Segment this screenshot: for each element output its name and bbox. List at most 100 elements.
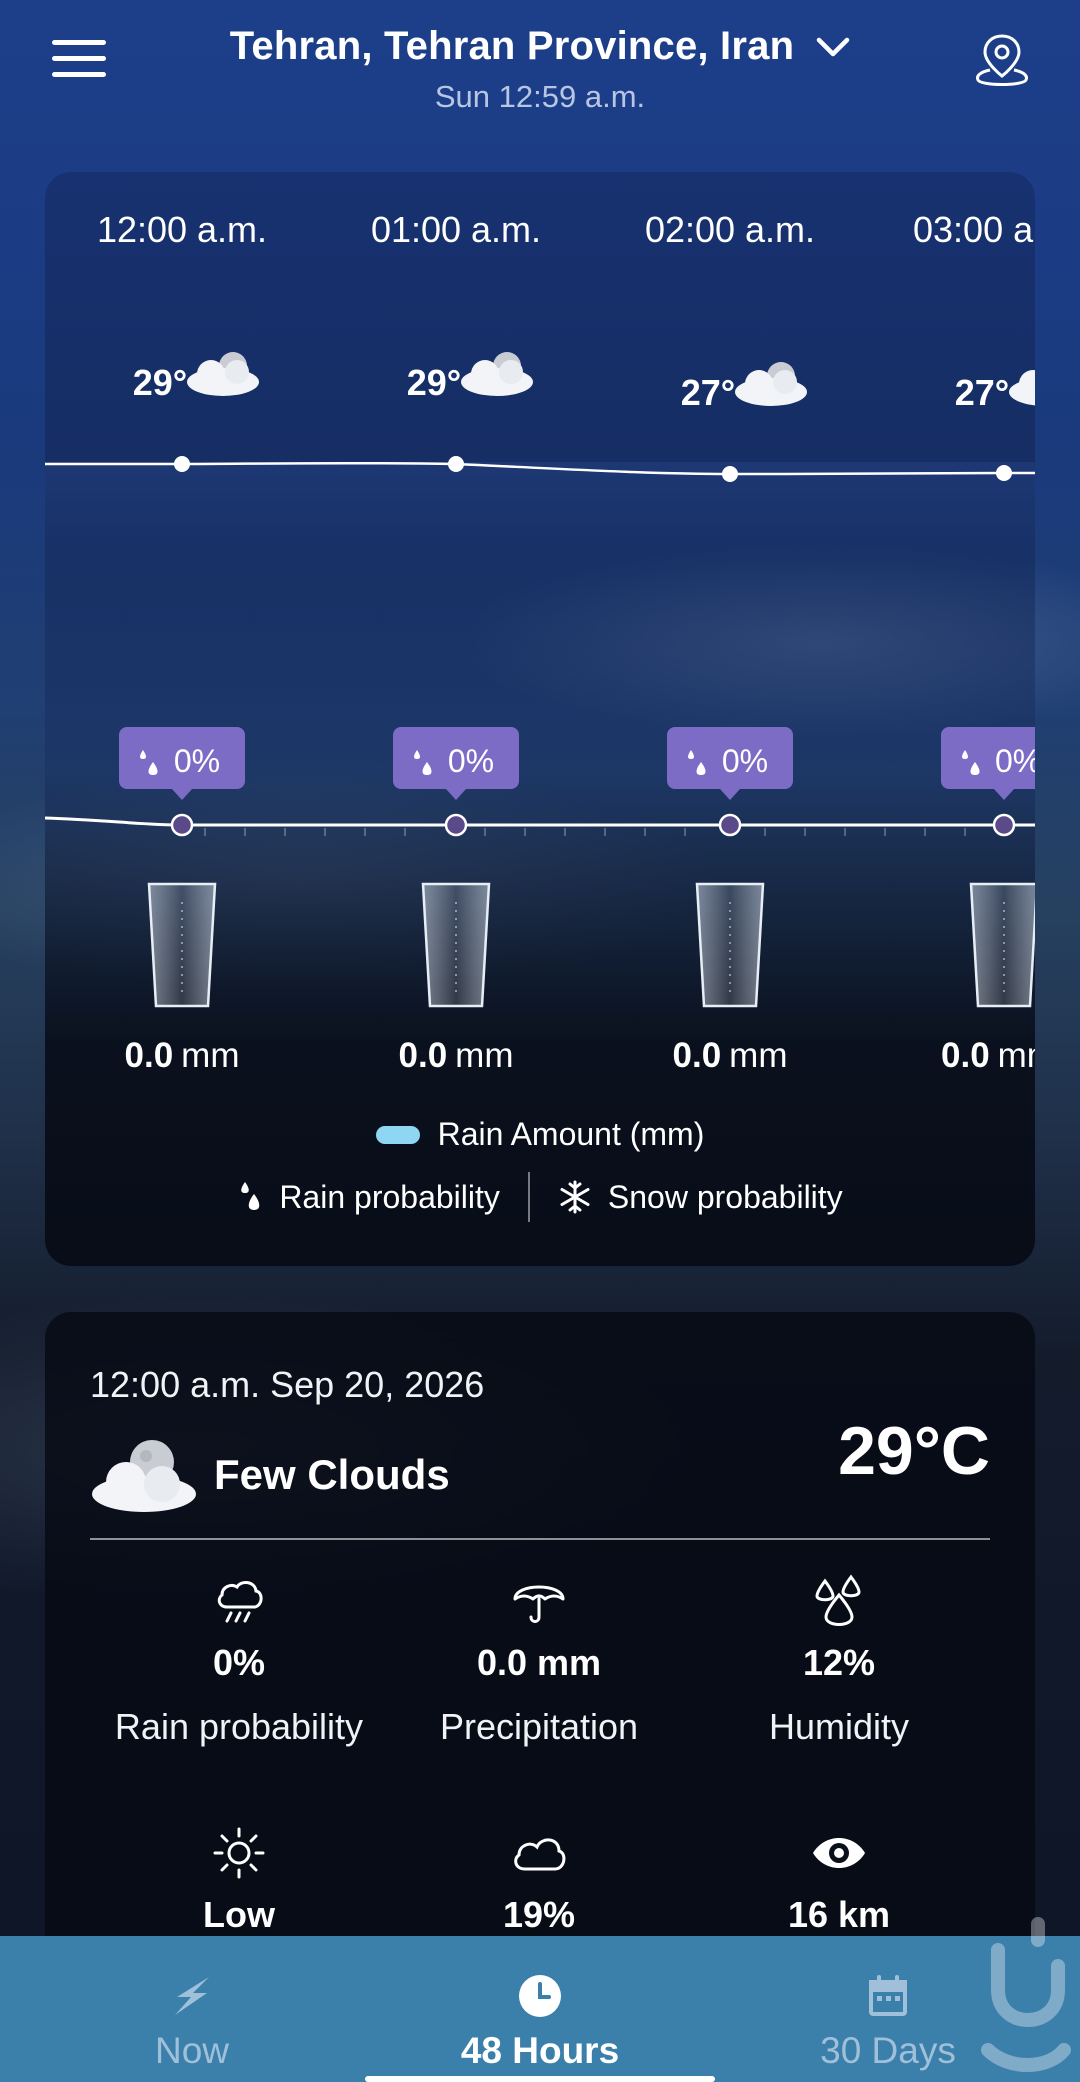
rain-probability-badge: 0% [119,727,245,800]
rain-point [444,813,468,837]
rain-prob-value: 0% [722,743,768,779]
location-block: Tehran, Tehran Province, Iran Sun 12:59 … [0,24,1080,115]
temp-point [722,466,738,482]
metric-precipitation: 0.0 mm Precipitation [389,1570,689,1748]
chevron-down-icon [816,37,850,56]
rain-amount-swatch [375,1125,420,1144]
glass-icon [695,882,765,1008]
active-tab-indicator [365,2076,715,2082]
metric-value: 0% [212,1642,266,1683]
calendar-icon [869,1975,907,2016]
legend-rain-amount-label: Rain Amount (mm) [437,1116,705,1152]
app-header: Tehran, Tehran Province, Iran Sun 12:59 … [0,0,1080,150]
moon-cloud-icon [92,1440,196,1512]
rain-probability-badge: 0% [393,727,519,800]
detail-datetime: 12:00 a.m. Sep 20, 2026 [90,1364,485,1405]
metric-label: Humidity [768,1706,910,1747]
glass-icon [969,882,1035,1008]
cloud-icon [514,1838,566,1871]
hour-temp: 29° [407,362,461,403]
rain-amount: 0.0mm [125,1036,240,1075]
rain-amount: 0.0mm [399,1036,514,1075]
rain-probability-badge: 0% [941,727,1035,800]
hour-column: 01:00 a.m. 29° 0% 0.0 mm [371,209,541,1075]
legend-rain-amount: Rain Amount (mm) [45,1116,1035,1153]
rain-amount-unit: mm [455,1036,513,1075]
rain-amount-value: 0.0 [673,1036,722,1075]
detail-temperature: 29°C [838,1413,990,1489]
rain-cloud-icon [217,1581,263,1623]
moon-cloud-icon [735,362,807,406]
metric-rain-probability: 0% Rain probability [89,1570,389,1748]
hour-temp: 29° [133,362,187,403]
current-datetime: Sun 12:59 a.m. [434,79,646,114]
temp-point [174,456,190,472]
humidity-drops-icon [815,1574,861,1626]
legend-rain: Rain probability [209,1179,528,1216]
location-selector[interactable]: Tehran, Tehran Province, Iran [230,24,850,69]
location-name: Tehran, Tehran Province, Iran [229,24,795,68]
moon-cloud-icon [1009,370,1035,406]
rain-amount-value: 0.0 [125,1036,174,1075]
moon-cloud-icon [461,352,533,396]
detail-condition: Few Clouds [90,1432,450,1518]
nav-now[interactable]: Now [12,1936,372,2082]
hour-time: 12:00 a.m. [97,209,267,250]
metric-label: Precipitation [439,1706,639,1747]
metric-value: 16 km [787,1894,891,1935]
rain-prob-value: 0% [448,743,494,779]
condition-label: Few Clouds [214,1451,450,1498]
rain-amount-unit: mm [998,1036,1035,1075]
hourly-forecast-card[interactable]: 12:00 a.m. 29° 0% 0.0mm 01:00 a.m. 29° [45,172,1035,1266]
nav-48-hours[interactable]: 48 Hours [360,1936,720,2082]
umbrella-icon [513,1585,565,1623]
store-logo-watermark [981,1917,1071,2072]
glass-icon [147,882,217,1008]
hour-detail-card: 12:00 a.m. Sep 20, 2026 Few Clouds 29°C … [45,1312,1035,2012]
rain-prob-value: 0% [174,743,220,779]
hour-temp: 27° [955,372,1009,413]
rain-amount-unit: mm [729,1036,787,1075]
nav-48-hours-label: 48 Hours [460,2030,620,2071]
hour-time: 01:00 a.m. [371,209,541,250]
glass-icon [421,882,491,1008]
hour-time: 03:00 a.m. [913,209,1035,250]
temp-point [448,456,464,472]
rain-amount: 0.0mm [941,1036,1035,1075]
clock-icon [519,1975,561,2017]
rain-point [170,813,194,837]
rain-amount: 0.0mm [673,1036,788,1075]
rain-point [718,813,742,837]
rain-amount-unit: mm [181,1036,239,1075]
temp-point [996,465,1012,481]
rain-prob-value: 0% [995,743,1035,779]
metric-uv-index: Low [89,1822,389,1936]
lightning-icon [175,1977,209,2015]
rain-probability-badge: 0% [667,727,793,800]
location-pin-icon[interactable] [972,30,1032,90]
metric-humidity: 12% Humidity [689,1570,989,1748]
metric-visibility: 16 km [689,1822,989,1936]
legend-probabilities: Rain probability Snow probability [45,1172,1035,1222]
hour-column: 03:00 a.m. 27° 0% 0.0mm [913,209,1035,1075]
rain-amount-value: 0.0 [941,1036,990,1075]
hour-temp: 27° [681,372,735,413]
rain-point [992,813,1016,837]
sun-icon [213,1827,265,1879]
moon-cloud-icon [187,352,259,396]
metric-label: Rain probability [114,1706,364,1747]
legend-snow: Snow probability [530,1179,871,1216]
metric-cloud-cover: 19% [389,1822,689,1936]
hourly-chart: 12:00 a.m. 29° 0% 0.0mm 01:00 a.m. 29° [45,209,1035,1075]
legend-rain-label: Rain probability [279,1178,500,1215]
eye-icon [813,1838,865,1868]
metric-value: 0.0 mm [476,1642,602,1683]
rain-amount-value: 0.0 [399,1036,448,1075]
snowflake-icon [560,1180,590,1214]
legend-snow-label: Snow probability [607,1178,843,1215]
raindrops-icon [241,1182,260,1210]
bottom-navigation: Now 48 Hours 30 Days [0,1936,1080,2082]
hour-column: 02:00 a.m. 27° 0% 0.0 mm [645,209,815,1075]
hour-column: 12:00 a.m. 29° 0% 0.0 mm [97,209,267,1075]
metric-value: Low [203,1894,275,1935]
